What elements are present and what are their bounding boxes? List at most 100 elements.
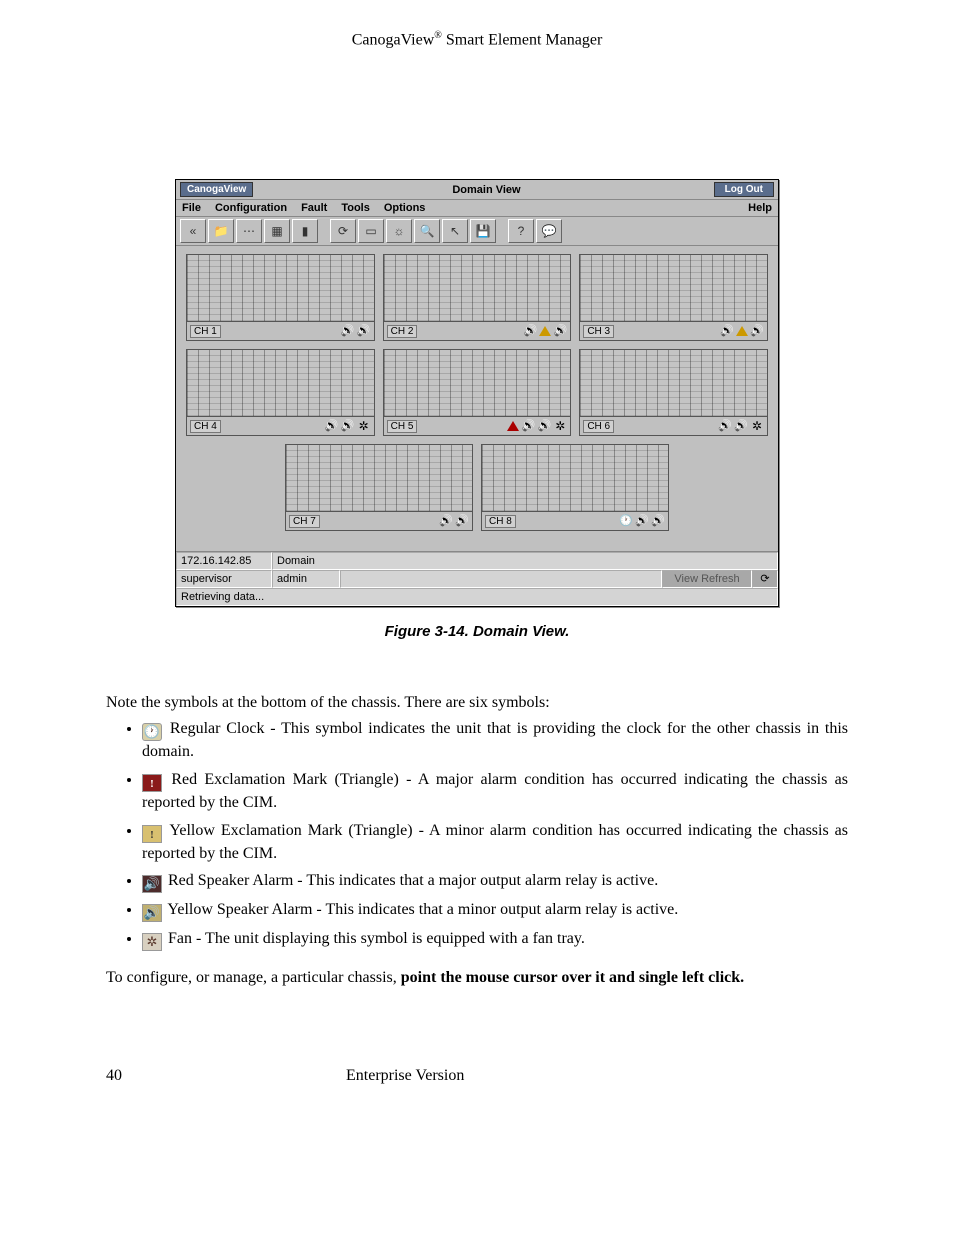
- view-refresh-button[interactable]: View Refresh: [662, 570, 752, 588]
- chassis[interactable]: CH 4: [186, 349, 375, 436]
- speaker-icon: [635, 514, 649, 528]
- speaker-icon: [537, 419, 551, 433]
- chassis-body[interactable]: [384, 350, 571, 417]
- menu-fault[interactable]: Fault: [301, 202, 327, 214]
- list-item: 🔊 Yellow Speaker Alarm - This indicates …: [142, 899, 848, 922]
- speaker-icon: [439, 514, 453, 528]
- window-title: Domain View: [259, 184, 713, 196]
- tool-refresh-icon[interactable]: ⟳: [330, 219, 356, 243]
- header-product: CanogaView: [352, 31, 435, 48]
- list-item: Yellow Exclamation Mark (Triangle) - A m…: [142, 820, 848, 865]
- speaker-icon: [651, 514, 665, 528]
- clock-icon: [619, 514, 633, 528]
- chassis-footer: CH 2: [384, 322, 571, 340]
- header-reg: ®: [434, 30, 442, 41]
- status-user: supervisor: [176, 570, 272, 588]
- page-header: CanogaView® Smart Element Manager: [106, 30, 848, 49]
- chassis-body[interactable]: [187, 255, 374, 322]
- tool-cursor-icon[interactable]: ↖: [442, 219, 468, 243]
- chassis-footer: CH 5: [384, 417, 571, 435]
- tool-help-icon[interactable]: ?: [508, 219, 534, 243]
- chassis-label: CH 6: [583, 420, 614, 433]
- fan-icon: [750, 419, 764, 433]
- tool-grid-icon[interactable]: ▦: [264, 219, 290, 243]
- menu-tools[interactable]: Tools: [341, 202, 370, 214]
- final-bold: point the mouse cursor over it and singl…: [401, 969, 744, 986]
- chassis-body[interactable]: [384, 255, 571, 322]
- chassis-footer: CH 4: [187, 417, 374, 435]
- tool-sun-icon[interactable]: ☼: [386, 219, 412, 243]
- figure-caption: Figure 3-14. Domain View.: [106, 623, 848, 640]
- chassis-footer: CH 3: [580, 322, 767, 340]
- titlebar: CanogaView Domain View Log Out: [176, 180, 778, 200]
- status-ip: 172.16.142.85: [176, 552, 272, 570]
- menu-file[interactable]: File: [182, 202, 201, 214]
- menu-help[interactable]: Help: [748, 202, 772, 214]
- bullet-text: Yellow Speaker Alarm - This indicates th…: [167, 901, 678, 918]
- domain-view-area: CH 1 CH 2 CH 3 CH 4 CH 5 CH 6 CH 7 CH 8: [176, 246, 778, 551]
- yellow-triangle-icon: [142, 825, 162, 843]
- chassis-label: CH 5: [387, 420, 418, 433]
- speaker-icon: [718, 419, 732, 433]
- logout-button[interactable]: Log Out: [714, 182, 774, 197]
- tool-module-icon[interactable]: ▮: [292, 219, 318, 243]
- footer-version: Enterprise Version: [346, 1067, 848, 1085]
- chassis-footer: CH 7: [286, 512, 472, 530]
- speaker-icon: [523, 324, 537, 338]
- tool-agents-icon[interactable]: ⋯: [236, 219, 262, 243]
- page-number: 40: [106, 1067, 346, 1085]
- speaker-icon: [455, 514, 469, 528]
- chassis[interactable]: CH 5: [383, 349, 572, 436]
- menu-options[interactable]: Options: [384, 202, 426, 214]
- chassis-body[interactable]: [286, 445, 472, 512]
- status-role: admin: [272, 570, 340, 588]
- app-window: CanogaView Domain View Log Out File Conf…: [175, 179, 779, 607]
- tool-save-icon[interactable]: 💾: [470, 219, 496, 243]
- tool-bubble-icon[interactable]: 💬: [536, 219, 562, 243]
- speaker-icon: [734, 419, 748, 433]
- header-suffix: Smart Element Manager: [442, 31, 602, 48]
- symbol-list: 🕐 Regular Clock - This symbol indicates …: [106, 718, 848, 951]
- fan-icon: [357, 419, 371, 433]
- clock-icon: 🕐: [142, 723, 162, 741]
- yellow-speaker-icon: 🔊: [142, 904, 162, 922]
- tool-back-icon[interactable]: «: [180, 219, 206, 243]
- status-message: Retrieving data...: [176, 588, 778, 606]
- chassis-body[interactable]: [187, 350, 374, 417]
- chassis[interactable]: CH 8: [481, 444, 669, 531]
- speaker-icon: [357, 324, 371, 338]
- statusbar: 172.16.142.85 Domain supervisor admin Vi…: [176, 551, 778, 606]
- speaker-icon: [341, 324, 355, 338]
- body-text: Note the symbols at the bottom of the ch…: [106, 694, 848, 987]
- chassis-body[interactable]: [580, 350, 767, 417]
- tool-search-icon[interactable]: 🔍: [414, 219, 440, 243]
- menubar: File Configuration Fault Tools Options H…: [176, 200, 778, 217]
- refresh-icon[interactable]: ⟳: [752, 570, 778, 588]
- speaker-icon: [521, 419, 535, 433]
- brand-badge: CanogaView: [180, 182, 253, 197]
- chassis[interactable]: CH 7: [285, 444, 473, 531]
- list-item: 🕐 Regular Clock - This symbol indicates …: [142, 718, 848, 763]
- chassis-label: CH 4: [190, 420, 221, 433]
- speaker-icon: [720, 324, 734, 338]
- list-item: 🔊 Red Speaker Alarm - This indicates tha…: [142, 870, 848, 893]
- chassis-body[interactable]: [580, 255, 767, 322]
- chassis[interactable]: CH 2: [383, 254, 572, 341]
- chassis[interactable]: CH 6: [579, 349, 768, 436]
- chassis[interactable]: CH 1: [186, 254, 375, 341]
- bullet-text: Yellow Exclamation Mark (Triangle) - A m…: [142, 822, 848, 862]
- fan-icon: ✲: [142, 933, 162, 951]
- red-speaker-icon: 🔊: [142, 875, 162, 893]
- tool-folder-icon[interactable]: 📁: [208, 219, 234, 243]
- chassis-label: CH 8: [485, 515, 516, 528]
- red-triangle-icon: [507, 421, 519, 431]
- yellow-triangle-icon: [539, 326, 551, 336]
- menu-configuration[interactable]: Configuration: [215, 202, 287, 214]
- chassis-label: CH 2: [387, 325, 418, 338]
- speaker-icon: [325, 419, 339, 433]
- chassis-label: CH 7: [289, 515, 320, 528]
- tool-page-icon[interactable]: ▭: [358, 219, 384, 243]
- chassis-body[interactable]: [482, 445, 668, 512]
- speaker-icon: [341, 419, 355, 433]
- chassis[interactable]: CH 3: [579, 254, 768, 341]
